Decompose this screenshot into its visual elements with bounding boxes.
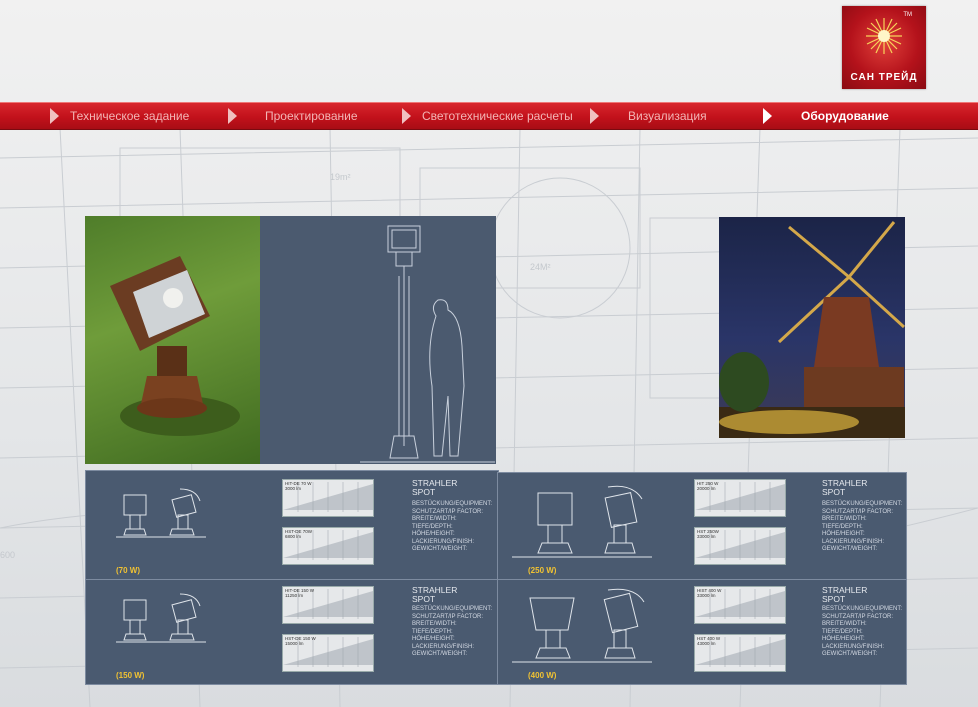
spec-field: HÖHE/HEIGHT: — [822, 531, 865, 537]
photometric-chart: HST 250W 33000 lm — [694, 527, 786, 565]
chart-caption: HIST 400 W 33000 lm — [697, 588, 722, 598]
spec-field: TIEFE/DEPTH: — [412, 628, 453, 635]
spec-field: LACKIERUNG/FINISH: — [412, 643, 475, 650]
spec-field: BREITE/WIDTH: — [822, 516, 867, 522]
spec-field: GEWICHT/WEIGHT: — [412, 651, 467, 657]
spotlight-photo — [85, 216, 260, 464]
wattage-label: (400 W) — [528, 671, 557, 680]
spec-field: BESTÜCKUNG/EQUIPMENT: — [822, 501, 903, 507]
spec-title: STRAHLER SPOT — [822, 479, 867, 497]
windmill-image — [719, 221, 905, 438]
spec-title: STRAHLER SPOT — [822, 586, 867, 604]
photometric-chart: HST-DE 70W 6800 lm — [282, 527, 374, 565]
spec-card-150w: (150 W) HIT-DE 150 W 11250 lm HST-DE 150… — [85, 579, 499, 685]
spec-field: BESTÜCKUNG/EQUIPMENT: — [412, 606, 493, 612]
spec-field: HÖHE/HEIGHT: — [412, 531, 455, 537]
chart-caption: HST 400 W 43000 lm — [697, 636, 721, 646]
spec-field: LACKIERUNG/FINISH: — [822, 538, 885, 545]
spec-card-400w: (400 W) HIST 400 W 33000 lm HST 400 W 43… — [497, 579, 907, 685]
windmill-photo — [719, 217, 905, 438]
spec-field: BREITE/WIDTH: — [412, 621, 457, 627]
chart-caption: HIT 250 W 20000 lm — [697, 481, 719, 491]
photometric-chart: HST 400 W 43000 lm — [694, 634, 786, 672]
lamp-sketch — [512, 588, 652, 663]
arrow-icon — [590, 108, 599, 124]
spec-field: GEWICHT/WEIGHT: — [412, 546, 467, 552]
wattage-label: (250 W) — [528, 566, 557, 575]
spec-field: SCHUTZART/IP FACTOR: — [412, 613, 484, 620]
photometric-chart: HIT-DE 70 W 3000 lm — [282, 479, 374, 517]
spec-field: HÖHE/HEIGHT: — [412, 636, 455, 642]
chart-caption: HIT-DE 150 W 11250 lm — [285, 588, 315, 598]
wattage-label: (70 W) — [116, 566, 140, 575]
nav-label: Визуализация — [628, 109, 707, 123]
photometric-chart: HST-DE 150 W 15000 lm — [282, 634, 374, 672]
photometric-chart: HIT 250 W 20000 lm — [694, 479, 786, 517]
chart-caption: HST-DE 150 W 15000 lm — [285, 636, 316, 646]
photometric-chart: HIT-DE 150 W 11250 lm — [282, 586, 374, 624]
spec-field: HÖHE/HEIGHT: — [822, 636, 865, 642]
nav-label: Проектирование — [265, 109, 358, 123]
spec-field: GEWICHT/WEIGHT: — [822, 546, 877, 552]
lamp-sketch — [116, 593, 206, 643]
spec-title: STRAHLER SPOT — [412, 479, 457, 497]
spotlight-image — [110, 256, 240, 436]
spec-fields: BESTÜCKUNG/EQUIPMENT: SCHUTZART/IP FACTO… — [822, 501, 902, 554]
arrow-icon — [402, 108, 411, 124]
brand-logo[interactable]: TM САН ТРЕЙД — [842, 6, 926, 89]
lamp-sketch — [116, 488, 206, 538]
title-line-2: SPOT — [412, 594, 436, 604]
spec-field: BESTÜCKUNG/EQUIPMENT: — [822, 606, 903, 612]
svg-text:24M²: 24M² — [530, 262, 551, 272]
arrow-icon — [763, 108, 772, 124]
spec-field: GEWICHT/WEIGHT: — [822, 651, 877, 657]
nav-label: Оборудование — [801, 109, 889, 123]
chart-caption: HST 250W 33000 lm — [697, 529, 719, 539]
spec-fields: BESTÜCKUNG/EQUIPMENT: SCHUTZART/IP FACTO… — [822, 606, 902, 659]
spec-field: LACKIERUNG/FINISH: — [822, 643, 885, 650]
title-line-2: SPOT — [822, 594, 846, 604]
wattage-label: (150 W) — [116, 671, 145, 680]
spec-card-250w: (250 W) HIT 250 W 20000 lm HST 250W 3300… — [497, 472, 907, 580]
spec-fields: BESTÜCKUNG/EQUIPMENT: SCHUTZART/IP FACTO… — [412, 606, 492, 659]
arrow-icon — [228, 108, 237, 124]
sun-icon — [866, 18, 902, 54]
spec-field: LACKIERUNG/FINISH: — [412, 538, 475, 545]
spec-field: TIEFE/DEPTH: — [822, 523, 863, 530]
spec-field: TIEFE/DEPTH: — [412, 523, 453, 530]
spec-field: TIEFE/DEPTH: — [822, 628, 863, 635]
title-line-2: SPOT — [412, 487, 436, 497]
spec-card-70w: (70 W) HIT-DE 70 W 3000 lm HST-DE 70W 68… — [85, 470, 499, 580]
title-line-2: SPOT — [822, 487, 846, 497]
brand-name: САН ТРЕЙД — [850, 72, 918, 83]
lamp-post-drawing — [360, 225, 495, 463]
lamp-sketch — [512, 485, 652, 558]
nav-label: Техническое задание — [70, 109, 190, 123]
svg-text:19m²: 19m² — [330, 172, 351, 182]
trademark: TM — [903, 12, 912, 18]
spec-field: BESTÜCKUNG/EQUIPMENT: — [412, 501, 493, 507]
arrow-icon — [50, 108, 59, 124]
chart-caption: HIT-DE 70 W 3000 lm — [285, 481, 312, 491]
lamp-drawing-panel — [260, 216, 496, 464]
main-nav: Техническое задание Проектирование Свето… — [0, 102, 978, 130]
chart-caption: HST-DE 70W 6800 lm — [285, 529, 313, 539]
spec-field: BREITE/WIDTH: — [412, 516, 457, 522]
spec-fields: BESTÜCKUNG/EQUIPMENT: SCHUTZART/IP FACTO… — [412, 501, 492, 554]
spec-field: SCHUTZART/IP FACTOR: — [822, 508, 894, 515]
svg-text:600: 600 — [0, 550, 15, 560]
spec-field: SCHUTZART/IP FACTOR: — [412, 508, 484, 515]
spec-field: BREITE/WIDTH: — [822, 621, 867, 627]
nav-label: Светотехнические расчеты — [422, 109, 573, 123]
spec-field: SCHUTZART/IP FACTOR: — [822, 613, 894, 620]
photometric-chart: HIST 400 W 33000 lm — [694, 586, 786, 624]
spec-title: STRAHLER SPOT — [412, 586, 457, 604]
